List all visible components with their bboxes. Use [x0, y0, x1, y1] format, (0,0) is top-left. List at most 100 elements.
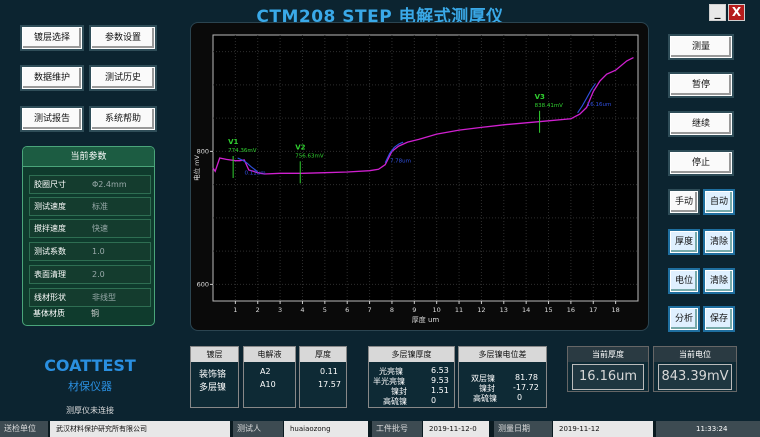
thickness-value: 17.57: [318, 380, 341, 389]
current-thickness-head: 当前厚度: [568, 347, 648, 362]
x-tick-label: 12: [477, 306, 485, 314]
x-tick-label: 16: [567, 306, 575, 314]
test-history-button[interactable]: 测试历史: [91, 67, 155, 89]
electrolyte-head: 电解液: [244, 347, 295, 362]
marker-value-v2: 756.63mV: [295, 153, 324, 159]
x-tick-label: 10: [433, 306, 441, 314]
current-potential-value: 843.39mV: [658, 364, 732, 390]
brand-subtitle: 材保仪器: [68, 380, 112, 393]
mt-value: 0: [431, 396, 437, 405]
mp-value: 0: [517, 393, 523, 402]
param-settings-button[interactable]: 参数设置: [91, 27, 155, 49]
unit-label: 送检单位: [0, 421, 48, 437]
data-maintenance-button[interactable]: 数据维护: [22, 67, 82, 89]
current-potential-box: 当前电位 843.39mV: [653, 346, 737, 392]
mt-value: 9.53: [431, 376, 449, 385]
auto-button[interactable]: 自动: [705, 191, 733, 213]
current-thickness-value: 16.16um: [572, 364, 644, 390]
x-tick-label: 11: [455, 306, 463, 314]
potential-button[interactable]: 电位: [670, 270, 698, 292]
electrolyte-value: A2: [260, 367, 271, 376]
electrolyte-value: A10: [260, 380, 276, 389]
marker-value-v1: 774.36mV: [228, 148, 257, 154]
current-params-panel: 当前参数 胶圈尺寸 Φ2.4mm 测试速度 标准 搅拌速度 快速 测试系数 1.0 表面…: [22, 146, 155, 326]
batch-label: 工件批号: [372, 421, 422, 437]
potential-chart: 1 2 3 4 5 6 7 8 9 10 11 12 13 14 15 16 17 18600800厚度 um电位…: [192, 34, 639, 324]
plot-area: [212, 34, 639, 302]
chart-container: 1 2 3 4 5 6 7 8 9 10 11 12 13 14 15 16 17 18 600 800 厚度 um 电位…: [190, 22, 649, 331]
resume-button[interactable]: 继续: [670, 113, 732, 135]
mt-value: 6.53: [431, 366, 449, 375]
x-tick-label: 18: [611, 306, 619, 314]
x-tick-label: 3: [278, 306, 282, 314]
tester-label: 测试人: [233, 421, 283, 437]
test-report-button[interactable]: 测试报告: [22, 108, 82, 130]
unit-value: 武汉材料保护研究所有限公司: [50, 421, 230, 437]
coating-line: 多层镍: [199, 383, 227, 393]
clear-potential-button[interactable]: 清除: [705, 270, 733, 292]
mp-value: 81.78: [515, 373, 538, 382]
system-help-button[interactable]: 系统帮助: [91, 108, 155, 130]
multi-thickness-head: 多层镍厚度: [369, 347, 454, 362]
thickness-button[interactable]: 厚度: [670, 231, 698, 253]
clear-thickness-button[interactable]: 清除: [705, 231, 733, 253]
coating-select-button[interactable]: 镀层选择: [22, 27, 82, 49]
multi-thickness-box: 多层镍厚度 光亮镍 6.53 半光亮镍 9.53 镍封 1.51 高硫镍 0: [368, 346, 455, 408]
thickness-value: 0.11: [320, 367, 338, 376]
thickness-box: 厚度 0.11 17.57: [299, 346, 347, 408]
mt-label: 高硫镍: [383, 397, 407, 406]
status-bar: 送检单位 武汉材料保护研究所有限公司 测试人 huaiaozong 工件批号 2…: [0, 421, 760, 437]
coating-head: 镀层: [191, 347, 238, 362]
brand-logo: COATTEST: [44, 356, 136, 375]
thickness-marker-t3: 16.16um: [587, 102, 612, 108]
close-button[interactable]: X: [728, 4, 745, 21]
minimize-button[interactable]: _: [709, 4, 726, 21]
x-tick-label: 17: [589, 306, 597, 314]
param-row: 搅拌速度 快速: [29, 219, 151, 238]
marker-id-v3: V3: [535, 93, 545, 101]
thickness-marker-t1: 0.11um: [245, 171, 266, 177]
tester-value: huaiaozong: [284, 421, 368, 437]
x-tick-label: 4: [300, 306, 304, 314]
multi-potential-box: 多层镍电位差 双层镍 81.78 镍封 -17.72 高硫镍 0: [458, 346, 547, 408]
x-tick-label: 15: [544, 306, 552, 314]
param-row: 表面清理 2.0: [29, 265, 151, 284]
x-tick-label: 2: [256, 306, 260, 314]
thickness-marker-t2: 7.78um: [390, 159, 411, 165]
current-potential-head: 当前电位: [654, 347, 736, 362]
electrolyte-box: 电解液 A2 A10: [243, 346, 296, 408]
param-row: 测试速度 标准: [29, 197, 151, 216]
measure-button[interactable]: 测量: [670, 36, 732, 58]
marker-id-v1: V1: [228, 138, 238, 146]
analyze-button[interactable]: 分析: [670, 308, 698, 330]
params-title: 当前参数: [23, 147, 154, 167]
clock: 11:33:24: [656, 421, 760, 437]
manual-button[interactable]: 手动: [670, 191, 698, 213]
date-label: 测量日期: [494, 421, 552, 437]
param-row: 胶圈尺寸 Φ2.4mm: [29, 175, 151, 194]
save-button[interactable]: 保存: [705, 308, 733, 330]
batch-value: 2019-11-12-0: [423, 421, 489, 437]
mt-value: 1.51: [431, 386, 449, 395]
x-tick-label: 14: [522, 306, 530, 314]
connection-status: 测厚仪未连接: [66, 406, 114, 415]
x-tick-label: 5: [323, 306, 327, 314]
date-value: 2019-11-12: [553, 421, 653, 437]
param-row: 基体材质铜: [33, 309, 99, 318]
multi-potential-head: 多层镍电位差: [459, 347, 546, 362]
y-axis-label: 电位 mV: [192, 155, 201, 181]
pause-button[interactable]: 暂停: [670, 74, 732, 96]
x-axis-label: 厚度 um: [412, 315, 440, 324]
coating-box: 镀层 装饰铬 多层镍: [190, 346, 239, 408]
x-tick-label: 1: [233, 306, 237, 314]
stop-button[interactable]: 停止: [670, 152, 732, 174]
x-tick-label: 8: [390, 306, 394, 314]
mp-value: -17.72: [513, 383, 539, 392]
coating-line: 装饰铬: [199, 370, 227, 380]
marker-id-v2: V2: [295, 143, 305, 151]
mp-label: 高硫镍: [473, 394, 497, 403]
param-row: 测试系数 1.0: [29, 242, 151, 261]
x-tick-label: 6: [345, 306, 349, 314]
x-tick-label: 13: [500, 306, 508, 314]
y-tick-label: 600: [197, 280, 209, 288]
